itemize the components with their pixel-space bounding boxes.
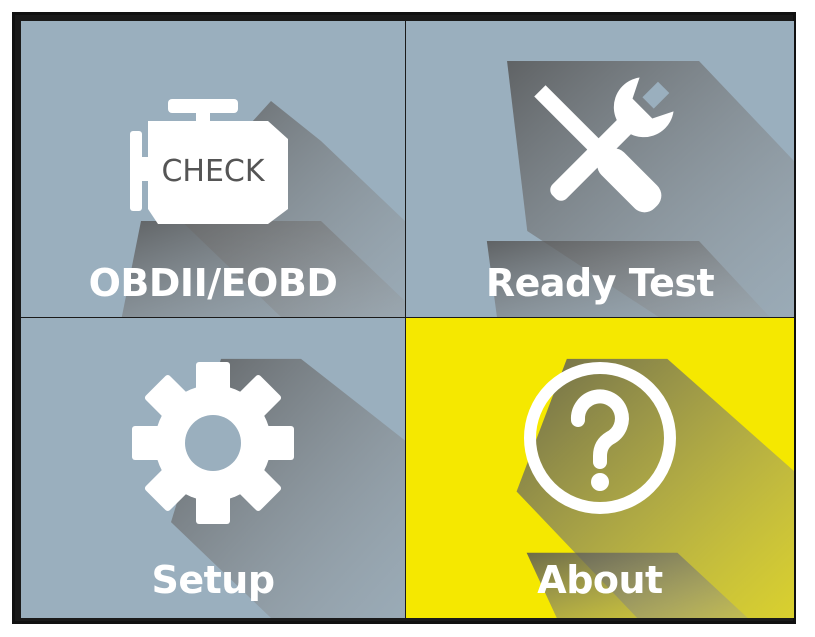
menu-label-obdii-eobd: OBDII/EOBD — [88, 261, 338, 305]
svg-text:CHECK: CHECK — [161, 154, 265, 189]
menu-tile-about[interactable]: About — [406, 318, 794, 618]
menu-label-about: About — [537, 558, 663, 602]
gear-icon — [132, 362, 294, 524]
menu-tile-obdii-eobd[interactable]: CHECK OBDII/EOBD — [21, 21, 405, 317]
wrench-screwdriver-icon — [534, 77, 674, 213]
menu-label-setup: Setup — [151, 558, 275, 602]
question-icon — [524, 362, 676, 514]
menu-label-ready-test: Ready Test — [485, 261, 715, 305]
check-engine-icon: CHECK — [130, 99, 288, 224]
menu-tile-ready-test[interactable]: Ready Test — [406, 21, 794, 317]
menu-tile-setup[interactable]: Setup — [21, 318, 405, 618]
main-menu-screen: CHECK OBDII/EOBD Ready Test Setup About — [12, 12, 796, 624]
